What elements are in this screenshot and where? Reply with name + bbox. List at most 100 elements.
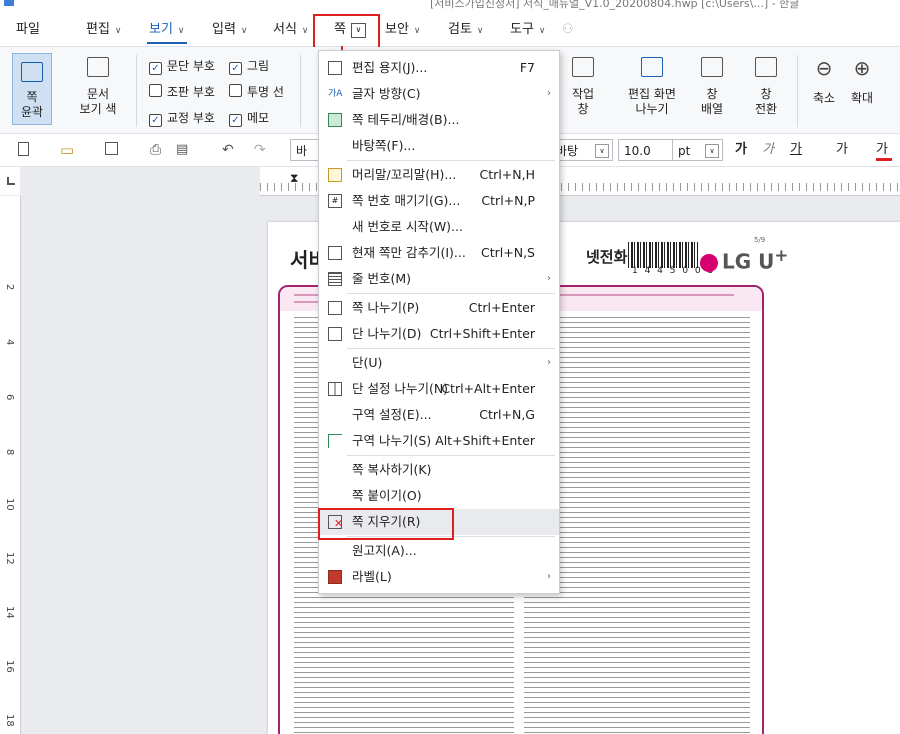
- print-icon[interactable]: ⎙: [150, 142, 166, 158]
- menu-view[interactable]: 보기 ∨: [147, 14, 187, 46]
- checkbox-icon: ✓: [149, 62, 162, 75]
- open-folder-icon[interactable]: ▭: [60, 142, 76, 158]
- menu-security[interactable]: 보안 ∨: [385, 14, 421, 46]
- page-setup-icon: [328, 61, 342, 75]
- check-proof-mark[interactable]: ✓ 교정 부호: [149, 109, 215, 127]
- menu-bar: 파일 편집 ∨ 보기 ∨ 입력 ∨ 서식 ∨ 쪽 ∨ 보안 ∨ 검토 ∨ 도구 ∨ ⚇: [0, 14, 900, 47]
- menu-item-page-setup[interactable]: 편집 용지(J)... F7: [319, 55, 559, 81]
- menu-item-section-break[interactable]: 구역 나누기(S) Alt+Shift+Enter: [319, 428, 559, 454]
- menu-item-header-footer[interactable]: 머리말/꼬리말(H)... Ctrl+N,H: [319, 162, 559, 188]
- menu-insert[interactable]: 입력 ∨: [212, 14, 248, 46]
- bold-button[interactable]: 가: [735, 142, 751, 158]
- page-outline-icon: [21, 62, 43, 82]
- app-logo-icon: [4, 0, 14, 6]
- menu-item-line-number[interactable]: 줄 번호(M) ›: [319, 266, 559, 292]
- underline-button[interactable]: 가: [790, 142, 806, 158]
- chevron-right-icon: ›: [547, 571, 551, 582]
- checkbox-icon: ✓: [229, 114, 242, 127]
- doc-view-color-button[interactable]: 문서 보기 색: [78, 57, 118, 117]
- checkbox-icon: [149, 84, 162, 97]
- barcode-image: [628, 242, 698, 268]
- chevron-down-icon: ∨: [476, 26, 484, 36]
- window-arrange-button[interactable]: 창 배열: [692, 57, 732, 117]
- line-number-icon: [328, 272, 342, 286]
- redo-icon[interactable]: ↷: [254, 142, 270, 158]
- menu-item-hide-page[interactable]: 현재 쪽만 감추기(I)... Ctrl+N,S: [319, 240, 559, 266]
- indent-marker-icon[interactable]: ⧗: [290, 171, 298, 186]
- new-document-icon[interactable]: [18, 142, 29, 156]
- tab-type-icon[interactable]: [7, 177, 15, 185]
- chevron-down-icon: ∨: [413, 26, 421, 36]
- lgu-logo: LG U+: [700, 246, 788, 274]
- zoom-out-icon: ⊖: [815, 56, 833, 80]
- save-icon[interactable]: [105, 142, 118, 155]
- menu-tools[interactable]: 도구 ∨: [510, 14, 546, 46]
- column-break-icon: [328, 327, 342, 341]
- unit-select[interactable]: pt ∨: [673, 139, 723, 161]
- menu-item-paste-page[interactable]: 쪽 붙이기(O): [319, 483, 559, 509]
- vertical-ruler[interactable]: 2 4 6 8 10 12 14 16 18: [0, 196, 21, 734]
- chevron-down-icon: ∨: [177, 26, 185, 36]
- zoom-in-icon: ⊕: [853, 56, 871, 80]
- split-screen-button[interactable]: 편집 화면 나누기: [622, 57, 682, 117]
- checkbox-icon: ✓: [149, 114, 162, 127]
- label-icon: [328, 570, 342, 584]
- chevron-down-icon: ∨: [595, 144, 609, 158]
- menu-item-manuscript[interactable]: 원고지(A)...: [319, 538, 559, 564]
- menu-item-column-setting-break[interactable]: 단 설정 나누기(N) Ctrl+Alt+Enter: [319, 376, 559, 402]
- chevron-right-icon: ›: [547, 273, 551, 284]
- chevron-right-icon: ›: [547, 88, 551, 99]
- menu-format[interactable]: 서식 ∨: [273, 14, 309, 46]
- zoom-in-button[interactable]: ⊕ 확대: [846, 57, 878, 106]
- menu-item-label[interactable]: 라벨(L) ›: [319, 564, 559, 590]
- zoom-out-button[interactable]: ⊖ 축소: [808, 57, 840, 106]
- page-number-icon: #: [328, 194, 342, 208]
- checkbox-icon: ✓: [229, 62, 242, 75]
- highlight-box-delete-page: [318, 508, 454, 540]
- menu-item-new-number[interactable]: 새 번호로 시작(W)...: [319, 214, 559, 240]
- highlight-box-page-menu: [313, 14, 380, 50]
- menu-item-column-break[interactable]: 단 나누기(D) Ctrl+Shift+Enter: [319, 321, 559, 347]
- window-switch-button[interactable]: 창 전환: [746, 57, 786, 117]
- check-transparent-line[interactable]: 투명 선: [229, 83, 284, 100]
- italic-button[interactable]: 가: [762, 142, 778, 158]
- page-outline-button[interactable]: 쪽 윤곽: [12, 53, 52, 125]
- window-switch-icon: [755, 57, 777, 77]
- chevron-down-icon: ∨: [240, 26, 248, 36]
- menu-item-page-break[interactable]: 쪽 나누기(P) Ctrl+Enter: [319, 295, 559, 321]
- menu-item-section-setting[interactable]: 구역 설정(E)... Ctrl+N,G: [319, 402, 559, 428]
- split-screen-icon: [641, 57, 663, 77]
- preview-icon[interactable]: ▤: [176, 142, 192, 158]
- chevron-down-icon: ∨: [538, 26, 546, 36]
- work-window-button[interactable]: 작업 창: [565, 57, 601, 117]
- style-select[interactable]: 바: [290, 139, 318, 161]
- title-bar: [서비스가입신청서] 서식_매뉴얼_V1.0_20200804.hwp [c:\…: [0, 0, 900, 14]
- undo-icon[interactable]: ↶: [222, 142, 238, 158]
- font-color-button[interactable]: 가: [876, 142, 892, 161]
- group-icon[interactable]: ⚇: [562, 14, 574, 46]
- menu-item-text-direction[interactable]: 가A 글자 방향(C) ›: [319, 81, 559, 107]
- menu-item-columns[interactable]: 단(U) ›: [319, 350, 559, 376]
- strike-button[interactable]: 가: [836, 142, 852, 158]
- menu-item-page-border[interactable]: 쪽 테두리/배경(B)...: [319, 107, 559, 133]
- check-picture[interactable]: ✓ 그림: [229, 57, 269, 75]
- chevron-down-icon: ∨: [301, 26, 309, 36]
- check-para-mark[interactable]: ✓ 문단 부호: [149, 57, 215, 75]
- menu-item-master-page[interactable]: 바탕쪽(F)...: [319, 133, 559, 159]
- check-layout-mark[interactable]: 조판 부호: [149, 83, 215, 100]
- menu-file[interactable]: 파일: [16, 14, 40, 46]
- window-arrange-icon: [701, 57, 723, 77]
- lgu-logo-icon: [700, 253, 718, 272]
- document-view-icon: [87, 57, 109, 77]
- check-memo[interactable]: ✓ 메모: [229, 109, 269, 127]
- menu-item-copy-page[interactable]: 쪽 복사하기(K): [319, 457, 559, 483]
- chevron-down-icon: ∨: [114, 26, 122, 36]
- menu-edit[interactable]: 편집 ∨: [86, 14, 122, 46]
- menu-review[interactable]: 검토 ∨: [448, 14, 484, 46]
- hide-page-icon: [328, 246, 342, 260]
- font-size-input[interactable]: 10.0: [618, 139, 673, 161]
- page-border-icon: [328, 113, 342, 127]
- section-break-icon: [328, 434, 342, 448]
- menu-item-page-numbering[interactable]: # 쪽 번호 매기기(G)... Ctrl+N,P: [319, 188, 559, 214]
- checkbox-icon: [229, 84, 242, 97]
